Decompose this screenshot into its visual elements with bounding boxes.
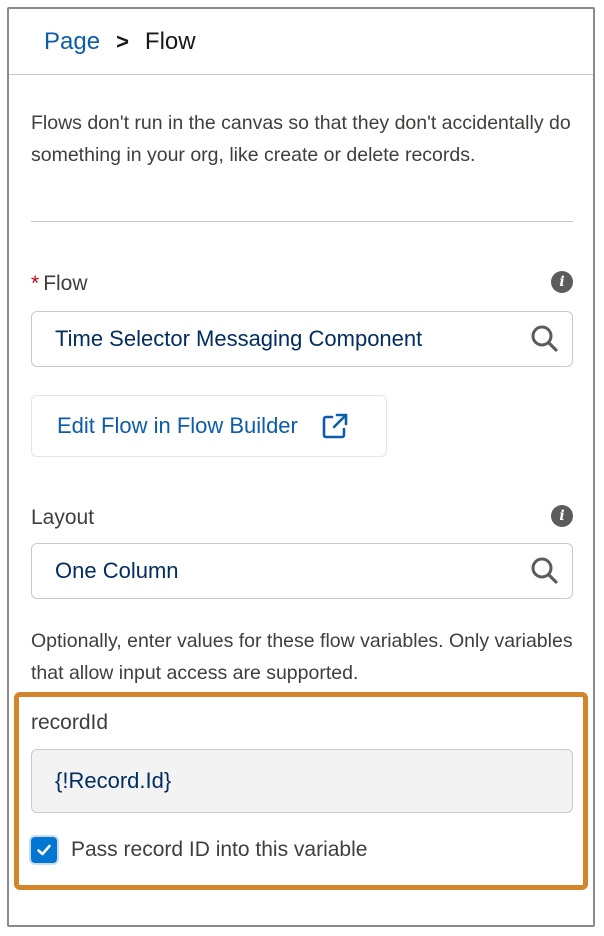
info-icon[interactable]: i (551, 271, 573, 293)
checkmark-icon (37, 844, 51, 856)
breadcrumb-current: Flow (144, 27, 196, 55)
breadcrumb-separator: > (116, 28, 129, 54)
edit-flow-button[interactable]: Edit Flow in Flow Builder (31, 395, 387, 457)
breadcrumb: Page > Flow (9, 9, 593, 75)
search-icon[interactable] (528, 554, 562, 588)
layout-field-label: Layout (31, 506, 95, 529)
layout-lookup-input[interactable]: One Column (31, 543, 573, 599)
pass-record-id-checkbox[interactable] (31, 837, 57, 863)
divider (31, 221, 573, 222)
breadcrumb-page-link[interactable]: Page (44, 28, 100, 56)
search-icon[interactable] (528, 322, 562, 356)
flow-properties-panel: Page > Flow Flows don't run in the canva… (7, 7, 595, 927)
record-id-input[interactable]: {!Record.Id} (31, 749, 573, 813)
record-id-label: recordId (31, 711, 109, 734)
pass-record-id-row[interactable]: Pass record ID into this variable (31, 837, 367, 863)
flow-lookup-input[interactable]: Time Selector Messaging Component (31, 311, 573, 367)
layout-field-label-row: Layout i (31, 503, 573, 533)
flow-lookup-value[interactable]: Time Selector Messaging Component (32, 326, 528, 352)
info-icon[interactable]: i (551, 505, 573, 527)
description-text: Flows don't run in the canvas so that th… (31, 112, 571, 166)
required-marker: * (31, 272, 40, 295)
flow-variables-help-text: Optionally, enter values for these flow … (31, 630, 573, 684)
edit-flow-button-label: Edit Flow in Flow Builder (57, 413, 298, 438)
flow-field-label: Flow (43, 272, 88, 295)
description-block: Flows don't run in the canvas so that th… (31, 107, 573, 171)
layout-lookup-value[interactable]: One Column (32, 558, 528, 584)
pass-record-id-label: Pass record ID into this variable (71, 838, 368, 861)
external-link-icon (322, 413, 348, 439)
flow-field-label-row: * Flow i (31, 269, 573, 299)
